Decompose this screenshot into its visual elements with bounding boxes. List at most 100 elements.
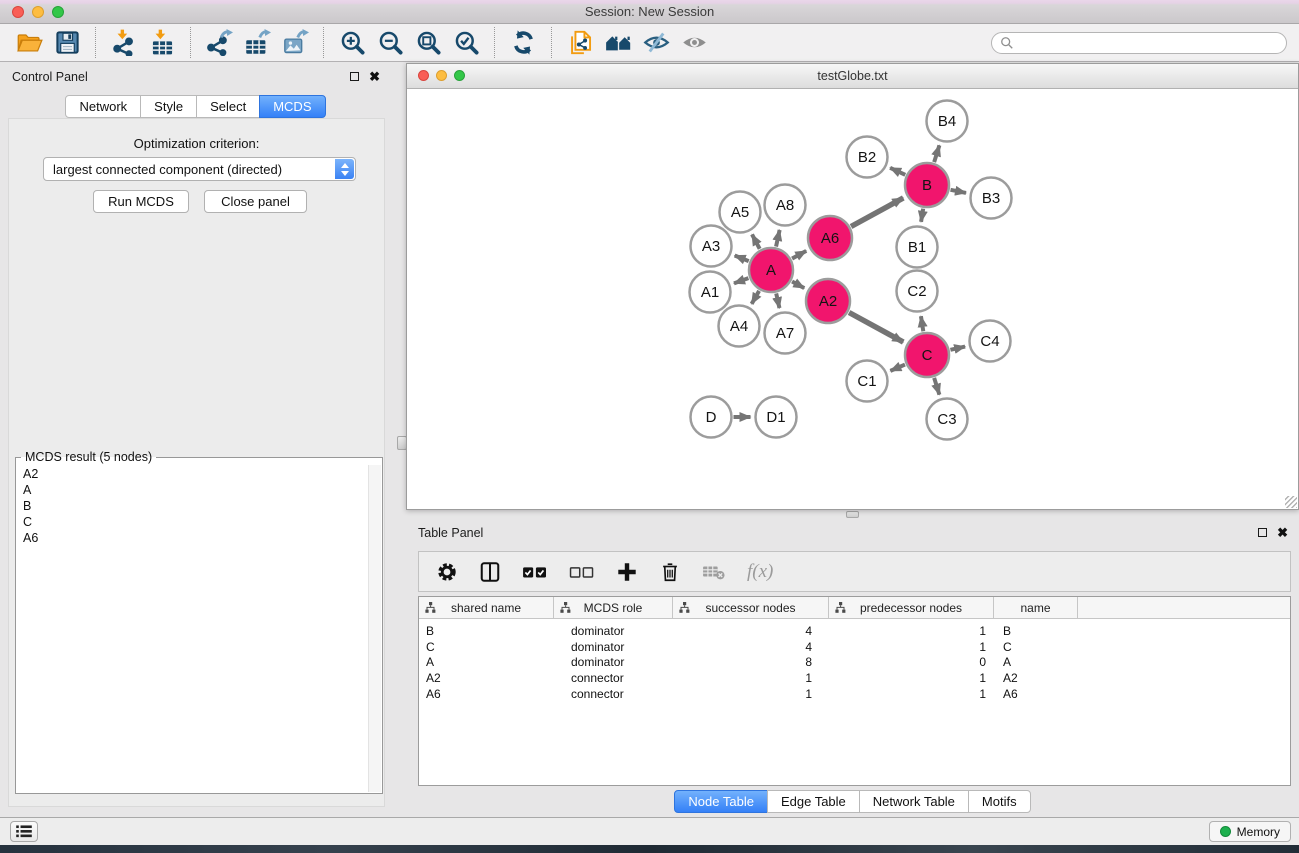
node-A3[interactable]: A3 [691,226,732,267]
cell-mcds-role[interactable]: connector [554,671,673,685]
cell-successor-nodes[interactable]: 4 [673,640,829,654]
cell-predecessor-nodes[interactable]: 1 [829,671,994,685]
show-all-icon[interactable] [679,28,709,58]
edge-A-A6[interactable] [792,251,806,259]
edge-A-A1[interactable] [734,278,748,283]
cell-name[interactable]: C [994,640,1078,654]
cell-name[interactable]: A6 [994,687,1078,701]
close-panel-icon[interactable]: ✖ [1277,527,1288,538]
save-session-icon[interactable] [52,28,82,58]
cell-shared-name[interactable]: A2 [419,671,554,685]
table-row[interactable]: Bdominator41B [419,623,1290,639]
cell-successor-nodes[interactable]: 8 [673,655,829,669]
cell-predecessor-nodes[interactable]: 1 [829,640,994,654]
edge-B-B3[interactable] [951,190,966,193]
zoom-fit-icon[interactable] [413,28,443,58]
cell-shared-name[interactable]: A6 [419,687,554,701]
delete-column-trash-icon[interactable] [659,561,681,583]
function-builder-icon[interactable]: f(x) [747,561,773,583]
node-B1[interactable]: B1 [897,227,938,268]
cell-predecessor-nodes[interactable]: 1 [829,687,994,701]
edge-C-C3[interactable] [934,378,939,395]
cell-name[interactable]: B [994,624,1078,638]
mcds-result-item[interactable]: B [16,498,382,514]
result-scrollbar[interactable] [368,465,381,792]
zoom-network-window-button[interactable] [454,70,465,81]
split-panel-icon[interactable] [479,561,501,583]
mcds-result-item[interactable]: A6 [16,530,382,546]
mcds-result-item[interactable]: A [16,482,382,498]
task-history-button[interactable] [10,821,38,842]
cell-shared-name[interactable]: A [419,655,554,669]
memory-button[interactable]: Memory [1209,821,1291,842]
edge-A-A5[interactable] [752,234,760,248]
cell-mcds-role[interactable]: dominator [554,624,673,638]
edge-A-A2[interactable] [792,281,804,288]
edge-B-B1[interactable] [921,209,923,222]
criterion-dropdown[interactable]: largest connected component (directed) [43,157,356,181]
node-C2[interactable]: C2 [897,271,938,312]
minimize-network-window-button[interactable] [436,70,447,81]
node-A[interactable]: A [749,248,793,292]
node-C1[interactable]: C1 [847,361,888,402]
run-mcds-button[interactable]: Run MCDS [93,190,189,213]
edge-A-A7[interactable] [776,293,779,308]
zoom-out-icon[interactable] [375,28,405,58]
edge-A2-C[interactable] [849,312,903,342]
node-B[interactable]: B [905,163,949,207]
tab-motifs[interactable]: Motifs [968,790,1031,813]
hide-selected-icon[interactable] [641,28,671,58]
mcds-result-item[interactable]: C [16,514,382,530]
node-A2[interactable]: A2 [806,279,850,323]
export-image-icon[interactable] [280,28,310,58]
edge-B-B4[interactable] [934,145,939,162]
edge-A-A8[interactable] [776,230,780,247]
column-header-shared-name[interactable]: shared name [419,597,554,618]
node-A4[interactable]: A4 [719,306,760,347]
network-canvas[interactable]: B4B2BB3A5A8A6A3B1AA1C2A2A4A7C4CC1DD1C3 [407,89,1298,509]
edge-C-C1[interactable] [890,365,905,371]
tab-network[interactable]: Network [65,95,141,118]
unselect-all-columns-icon[interactable] [569,561,595,583]
edge-C-C4[interactable] [950,347,965,350]
attribute-settings-gear-icon[interactable] [436,561,458,583]
tab-style[interactable]: Style [140,95,197,118]
edge-A-A3[interactable] [735,255,749,261]
float-panel-icon[interactable] [350,72,359,81]
first-neighbors-icon[interactable] [603,28,633,58]
node-B3[interactable]: B3 [971,178,1012,219]
import-table-icon[interactable] [147,28,177,58]
cell-mcds-role[interactable]: dominator [554,655,673,669]
node-A6[interactable]: A6 [808,216,852,260]
mcds-result-item[interactable]: A2 [16,466,382,482]
close-network-window-button[interactable] [418,70,429,81]
column-header-name[interactable]: name [994,597,1078,618]
close-panel-button[interactable]: Close panel [204,190,307,213]
node-B4[interactable]: B4 [927,101,968,142]
tab-node-table[interactable]: Node Table [674,790,768,813]
edge-B-B2[interactable] [890,168,905,175]
cell-shared-name[interactable]: C [419,640,554,654]
node-A5[interactable]: A5 [720,192,761,233]
table-row[interactable]: A2connector11A2 [419,670,1290,686]
tab-edge-table[interactable]: Edge Table [767,790,860,813]
table-row[interactable]: A6connector11A6 [419,686,1290,702]
node-D1[interactable]: D1 [756,397,797,438]
node-A8[interactable]: A8 [765,185,806,226]
column-header-successor-nodes[interactable]: successor nodes [673,597,829,618]
cell-predecessor-nodes[interactable]: 1 [829,624,994,638]
tab-mcds[interactable]: MCDS [259,95,325,118]
zoom-in-icon[interactable] [337,28,367,58]
export-table-icon[interactable] [242,28,272,58]
open-session-icon[interactable] [14,28,44,58]
node-C4[interactable]: C4 [970,321,1011,362]
refresh-icon[interactable] [508,28,538,58]
table-row[interactable]: Adominator80A [419,654,1290,670]
search-input[interactable] [1019,34,1278,51]
float-panel-icon[interactable] [1258,528,1267,537]
cell-predecessor-nodes[interactable]: 0 [829,655,994,669]
node-A1[interactable]: A1 [690,272,731,313]
node-C3[interactable]: C3 [927,399,968,440]
cell-successor-nodes[interactable]: 1 [673,687,829,701]
horizontal-split-handle[interactable] [846,511,859,518]
